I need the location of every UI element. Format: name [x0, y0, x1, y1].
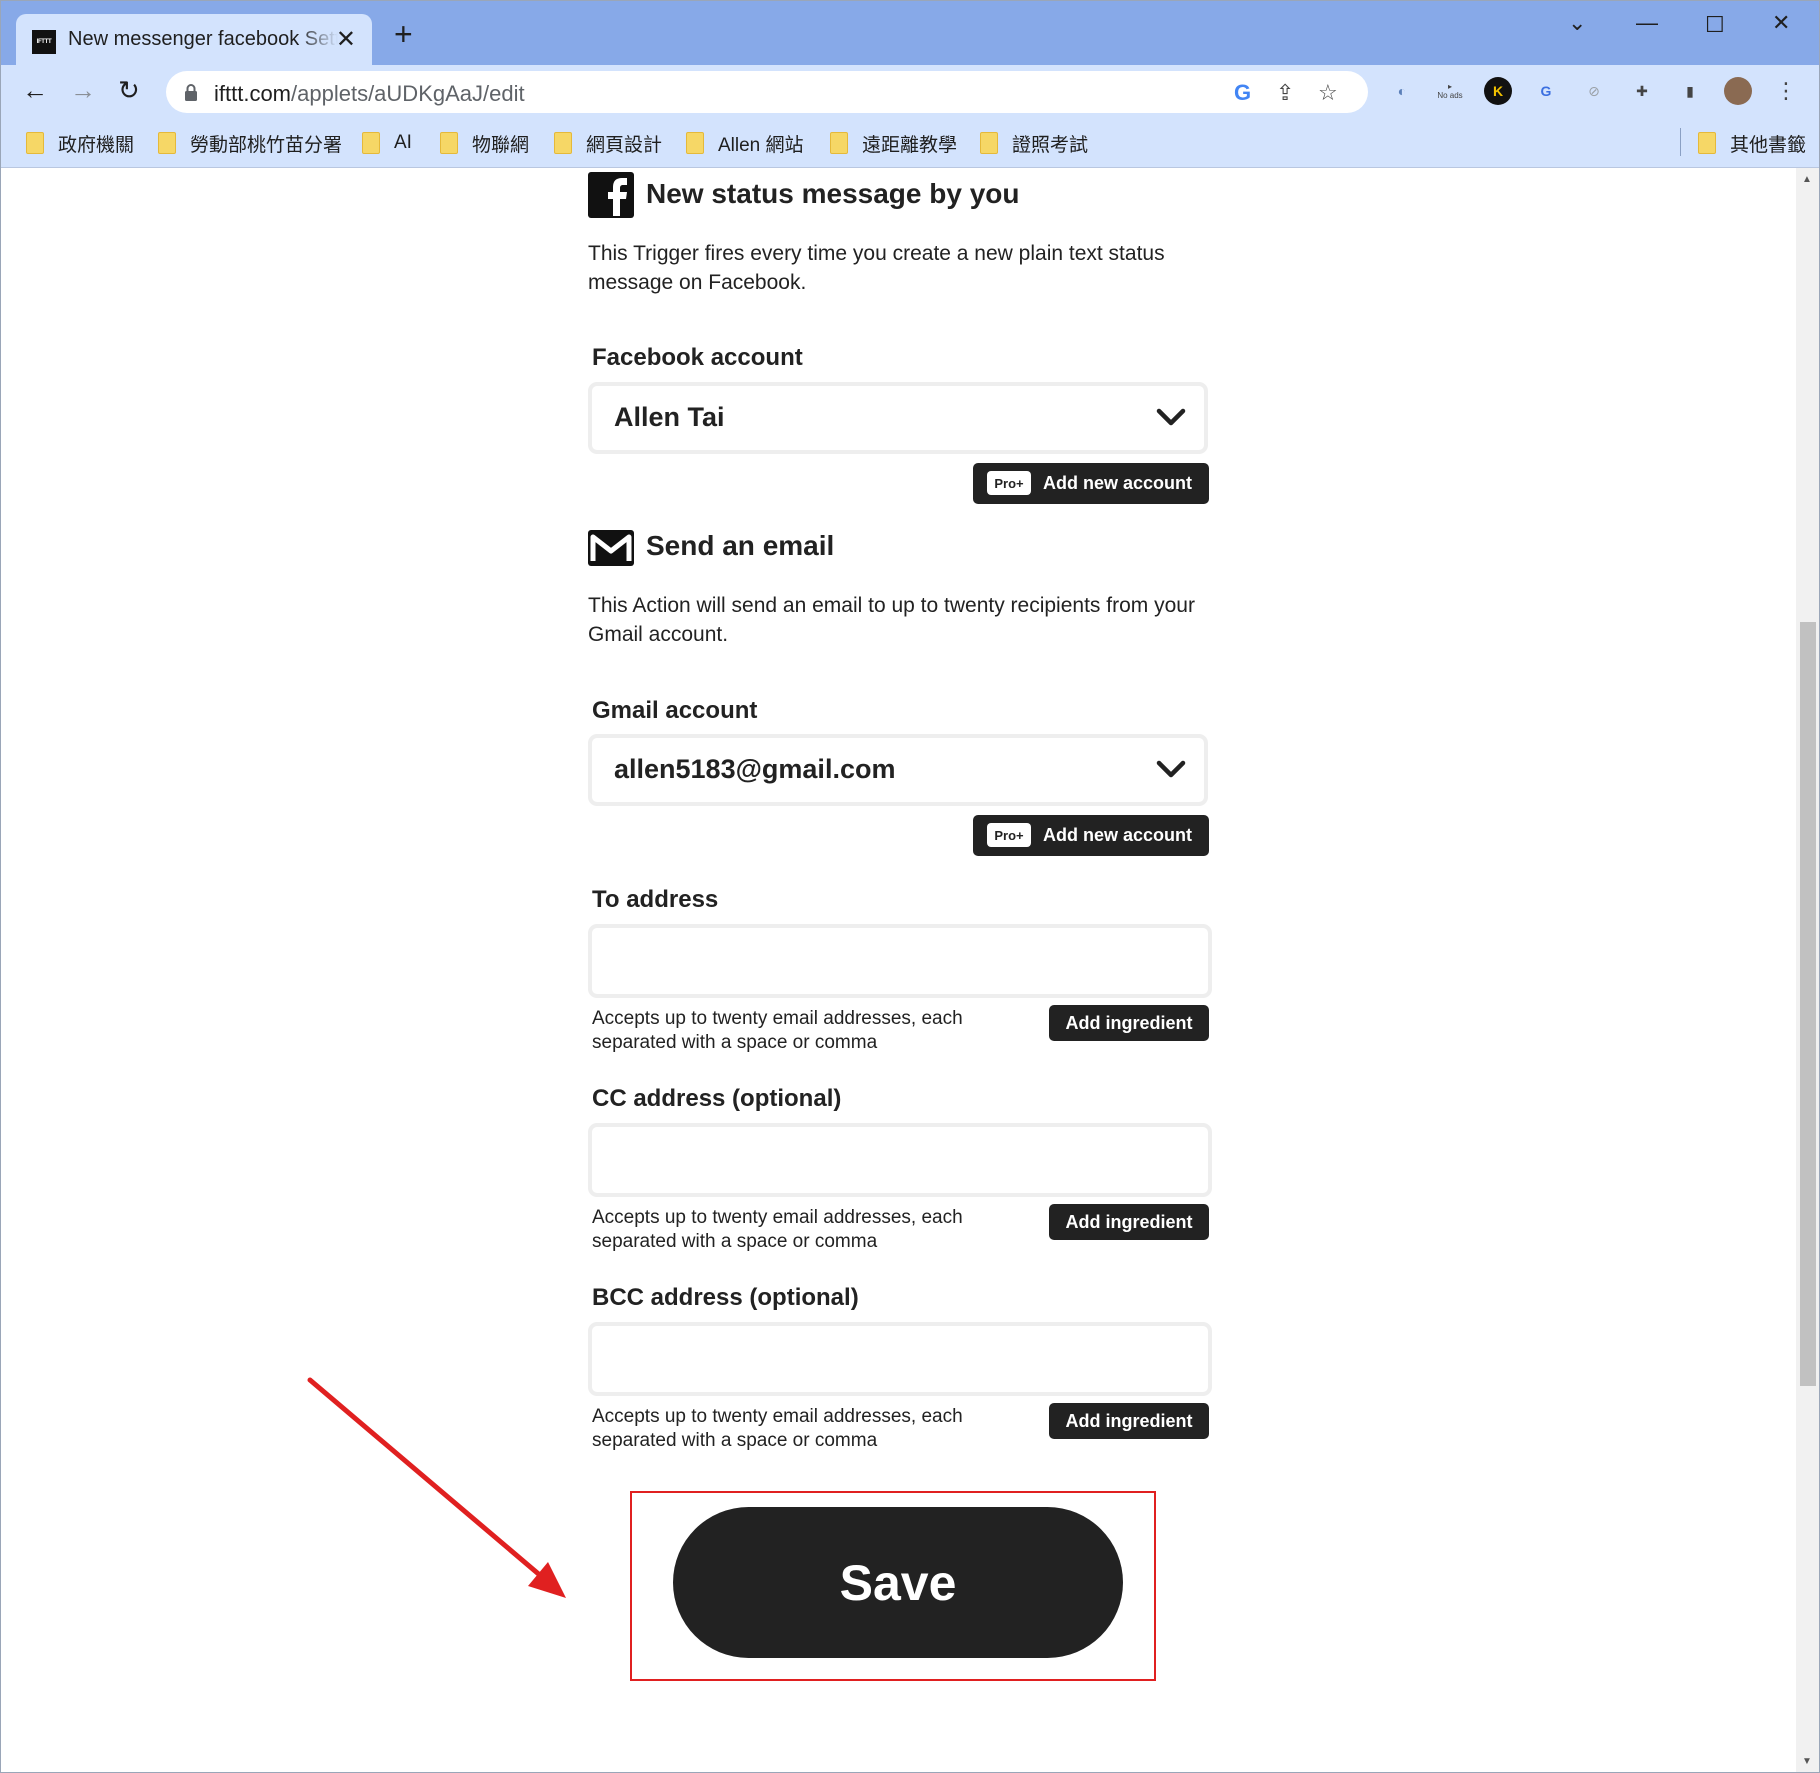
folder-icon: [26, 132, 44, 154]
forward-icon[interactable]: →: [70, 75, 96, 106]
reload-icon[interactable]: ↻: [118, 75, 140, 106]
facebook-account-select[interactable]: Allen Tai: [588, 382, 1208, 454]
profile-avatar[interactable]: [1724, 77, 1752, 105]
gmail-icon: [588, 530, 634, 566]
add-account-label: Add new account: [1043, 473, 1193, 493]
cc-address-input[interactable]: [588, 1123, 1212, 1197]
pro-plus-badge: Pro+: [987, 471, 1031, 495]
address-bar[interactable]: ifttt.com/applets/aUDKgAaJ/edit G ⇪ ☆: [166, 71, 1368, 113]
new-tab-icon[interactable]: +: [394, 18, 413, 50]
extension-blue-icon[interactable]: ◐: [1388, 77, 1416, 105]
other-bookmarks-folder[interactable]: 其他書籤: [1698, 131, 1806, 156]
share-icon[interactable]: ⇪: [1276, 80, 1294, 106]
back-icon[interactable]: ←: [22, 75, 48, 106]
bookmark-folder[interactable]: 證照考試: [980, 131, 1088, 156]
add-gmail-account-button[interactable]: Pro+ Add new account: [973, 815, 1209, 856]
extension-yellow-icon[interactable]: K: [1484, 77, 1512, 105]
tab-search-chevron-icon[interactable]: ⌄: [1568, 10, 1586, 36]
bcc-address-helper: Accepts up to twenty email addresses, ea…: [592, 1406, 963, 1451]
close-window-icon[interactable]: ✕: [1772, 10, 1790, 36]
cc-address-label: CC address (optional): [592, 1085, 842, 1112]
bookmarks-bar: 政府機關 勞動部桃竹苗分署 AI 物聯網 網頁設計 Allen 網站 遠距離教學…: [0, 119, 1820, 168]
to-address-label: To address: [592, 886, 719, 913]
bookmark-folder[interactable]: 政府機關: [26, 131, 134, 156]
url-text: ifttt.com/applets/aUDKgAaJ/edit: [214, 81, 525, 106]
bookmark-folder[interactable]: 勞動部桃竹苗分署: [158, 131, 342, 156]
bookmark-star-icon[interactable]: ☆: [1318, 80, 1338, 106]
scroll-up-icon[interactable]: ▲: [1802, 174, 1812, 185]
extensions-puzzle-icon[interactable]: ✚: [1628, 77, 1656, 105]
chevron-down-icon: [1156, 760, 1186, 778]
trigger-description: This Trigger fires every time you create…: [588, 242, 1165, 294]
bookmarks-divider: [1680, 128, 1681, 156]
to-address-helper: Accepts up to twenty email addresses, ea…: [592, 1008, 963, 1053]
no-ads-extension-icon[interactable]: ▸ No ads: [1436, 77, 1464, 105]
folder-icon: [158, 132, 176, 154]
facebook-account-value: Allen Tai: [614, 402, 725, 432]
bcc-address-label: BCC address (optional): [592, 1284, 859, 1311]
bookmark-folder[interactable]: 物聯網: [440, 131, 529, 156]
google-icon[interactable]: G: [1234, 80, 1251, 106]
bookmark-folder[interactable]: 遠距離教學: [830, 131, 957, 156]
folder-icon: [830, 132, 848, 154]
bcc-address-input[interactable]: [588, 1322, 1212, 1396]
bookmark-folder[interactable]: 網頁設計: [554, 131, 662, 156]
facebook-icon: [588, 172, 634, 218]
lock-icon: [185, 84, 197, 101]
folder-icon: [362, 132, 380, 154]
browser-toolbar: ← → ↻ ifttt.com/applets/aUDKgAaJ/edit G …: [0, 65, 1820, 119]
vertical-scrollbar[interactable]: ▲ ▼: [1796, 168, 1820, 1773]
annotation-arrow-icon: [307, 1377, 566, 1598]
bookmark-folder[interactable]: AI: [362, 131, 412, 155]
gmail-account-value: allen5183@gmail.com: [614, 754, 896, 784]
bcc-add-ingredient-button[interactable]: Add ingredient: [1049, 1403, 1209, 1439]
cc-add-ingredient-button[interactable]: Add ingredient: [1049, 1204, 1209, 1240]
to-add-ingredient-button[interactable]: Add ingredient: [1049, 1005, 1209, 1041]
pro-plus-badge: Pro+: [987, 823, 1031, 847]
ifttt-favicon-icon: IFTTT: [32, 30, 56, 54]
gmail-account-select[interactable]: allen5183@gmail.com: [588, 734, 1208, 806]
trigger-title: New status message by you: [646, 178, 1020, 209]
folder-icon: [1698, 132, 1716, 154]
add-facebook-account-button[interactable]: Pro+ Add new account: [973, 463, 1209, 504]
folder-icon: [440, 132, 458, 154]
to-address-input[interactable]: [588, 924, 1212, 998]
action-title: Send an email: [646, 530, 835, 561]
cc-address-helper: Accepts up to twenty email addresses, ea…: [592, 1207, 963, 1252]
translate-icon[interactable]: G: [1532, 77, 1560, 105]
folder-icon: [554, 132, 572, 154]
add-account-label: Add new account: [1043, 825, 1193, 845]
facebook-account-label: Facebook account: [592, 344, 803, 371]
chevron-down-icon: [1156, 408, 1186, 426]
extension-compass-icon[interactable]: ⊘: [1580, 77, 1608, 105]
bookmark-folder[interactable]: Allen 網站: [686, 131, 804, 156]
tab-strip: IFTTT New messenger facebook Settings ✕ …: [0, 0, 1820, 65]
side-panel-icon[interactable]: ▮: [1676, 77, 1704, 105]
maximize-icon[interactable]: ☐: [1705, 12, 1725, 38]
scroll-down-icon[interactable]: ▼: [1802, 1756, 1812, 1767]
folder-icon: [980, 132, 998, 154]
gmail-account-label: Gmail account: [592, 697, 758, 724]
minimize-icon[interactable]: —: [1636, 10, 1658, 36]
action-description: This Action will send an email to up to …: [588, 594, 1195, 646]
folder-icon: [686, 132, 704, 154]
menu-kebab-icon[interactable]: ⋮: [1772, 77, 1800, 105]
scrollbar-thumb[interactable]: [1800, 622, 1816, 1386]
tab-title: New messenger facebook Settings: [68, 28, 338, 50]
save-button[interactable]: Save: [673, 1507, 1123, 1658]
browser-tab[interactable]: IFTTT New messenger facebook Settings ✕: [16, 14, 372, 65]
tab-close-icon[interactable]: ✕: [336, 25, 356, 54]
